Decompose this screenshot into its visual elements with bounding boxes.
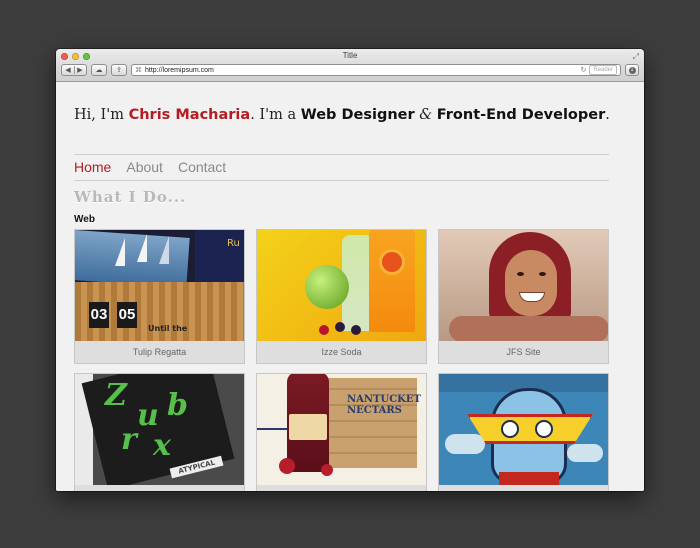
back-icon[interactable]: ◀ [62,66,74,74]
project-thumbnail[interactable]: Ru 03 05 Until the [75,230,244,341]
intro-role-developer: Front-End Developer [436,107,606,123]
project-title[interactable] [257,485,426,491]
window-title: Title [342,51,358,60]
share-icon[interactable]: ⇪ [111,64,127,76]
project-thumbnail[interactable] [439,230,608,341]
thumb-text-ru: Ru [227,238,240,249]
project-title[interactable]: Tulip Regatta [75,341,244,363]
nav-item-about[interactable]: About [126,159,163,175]
project-title[interactable] [75,485,244,491]
project-title[interactable] [439,485,608,491]
url-text[interactable]: http://loremipsum.com [145,67,580,74]
countdown-digit: 03 [89,302,109,328]
main-nav: Home About Contact [74,159,226,175]
project-title[interactable]: JFS Site [439,341,608,363]
project-card-tulip-regatta[interactable]: Ru 03 05 Until the Tulip Regatta [74,229,245,364]
downloads-button[interactable]: ↓ [625,64,639,76]
icloud-icon[interactable]: ☁ [91,64,107,76]
intro-mid: . I'm a [250,107,301,123]
toolbar: ◀ ▶ ☁ ⇪ ⌘ http://loremipsum.com ↻ Reader… [61,63,639,77]
intro-greeting: Hi, [74,107,96,123]
project-card-nantucket-nectars[interactable]: NANTUCKET NECTARS [256,373,427,491]
thumb-text-until: Until the [148,324,188,333]
project-card-atypical[interactable]: Z u b r x ATYPICAL [74,373,245,491]
titlebar: Title ⤢ ◀ ▶ ☁ ⇪ ⌘ http://loremipsum.com … [56,49,644,82]
project-card-hero-illustration[interactable] [438,373,609,491]
divider-bottom [74,180,609,181]
countdown-digit: 05 [117,302,137,328]
downloads-icon: ↓ [628,66,636,74]
intro-im: I'm [95,107,129,123]
browser-window: Title ⤢ ◀ ▶ ☁ ⇪ ⌘ http://loremipsum.com … [56,49,644,491]
project-thumbnail[interactable] [439,374,608,485]
project-thumbnail[interactable] [257,230,426,341]
intro-text: Hi, I'm Chris Macharia. I'm a Web Design… [74,107,610,123]
address-bar[interactable]: ⌘ http://loremipsum.com ↻ Reader [131,64,621,76]
category-label: Web [74,214,95,225]
project-title[interactable]: Izze Soda [257,341,426,363]
reader-button[interactable]: Reader [589,65,617,75]
thumb-text-nantucket: NANTUCKET NECTARS [347,394,421,416]
favicon-icon: ⌘ [135,67,142,74]
intro-name: Chris Macharia [128,107,251,123]
fullscreen-icon[interactable]: ⤢ [633,52,639,62]
page-content: Hi, I'm Chris Macharia. I'm a Web Design… [56,82,644,491]
project-thumbnail[interactable]: Z u b r x ATYPICAL [75,374,244,485]
forward-icon[interactable]: ▶ [74,66,86,74]
reload-icon[interactable]: ↻ [580,66,586,74]
intro-ampersand: & [414,107,437,123]
nav-item-contact[interactable]: Contact [178,159,226,175]
intro-role-designer: Web Designer [300,107,415,123]
divider-top [74,154,609,155]
project-thumbnail[interactable]: NANTUCKET NECTARS [257,374,426,485]
back-forward-buttons: ◀ ▶ [61,64,87,76]
project-card-jfs-site[interactable]: JFS Site [438,229,609,364]
intro-end: . [605,107,610,123]
nav-item-home[interactable]: Home [74,159,111,175]
project-card-izze-soda[interactable]: Izze Soda [256,229,427,364]
section-title: What I Do... [74,188,187,206]
